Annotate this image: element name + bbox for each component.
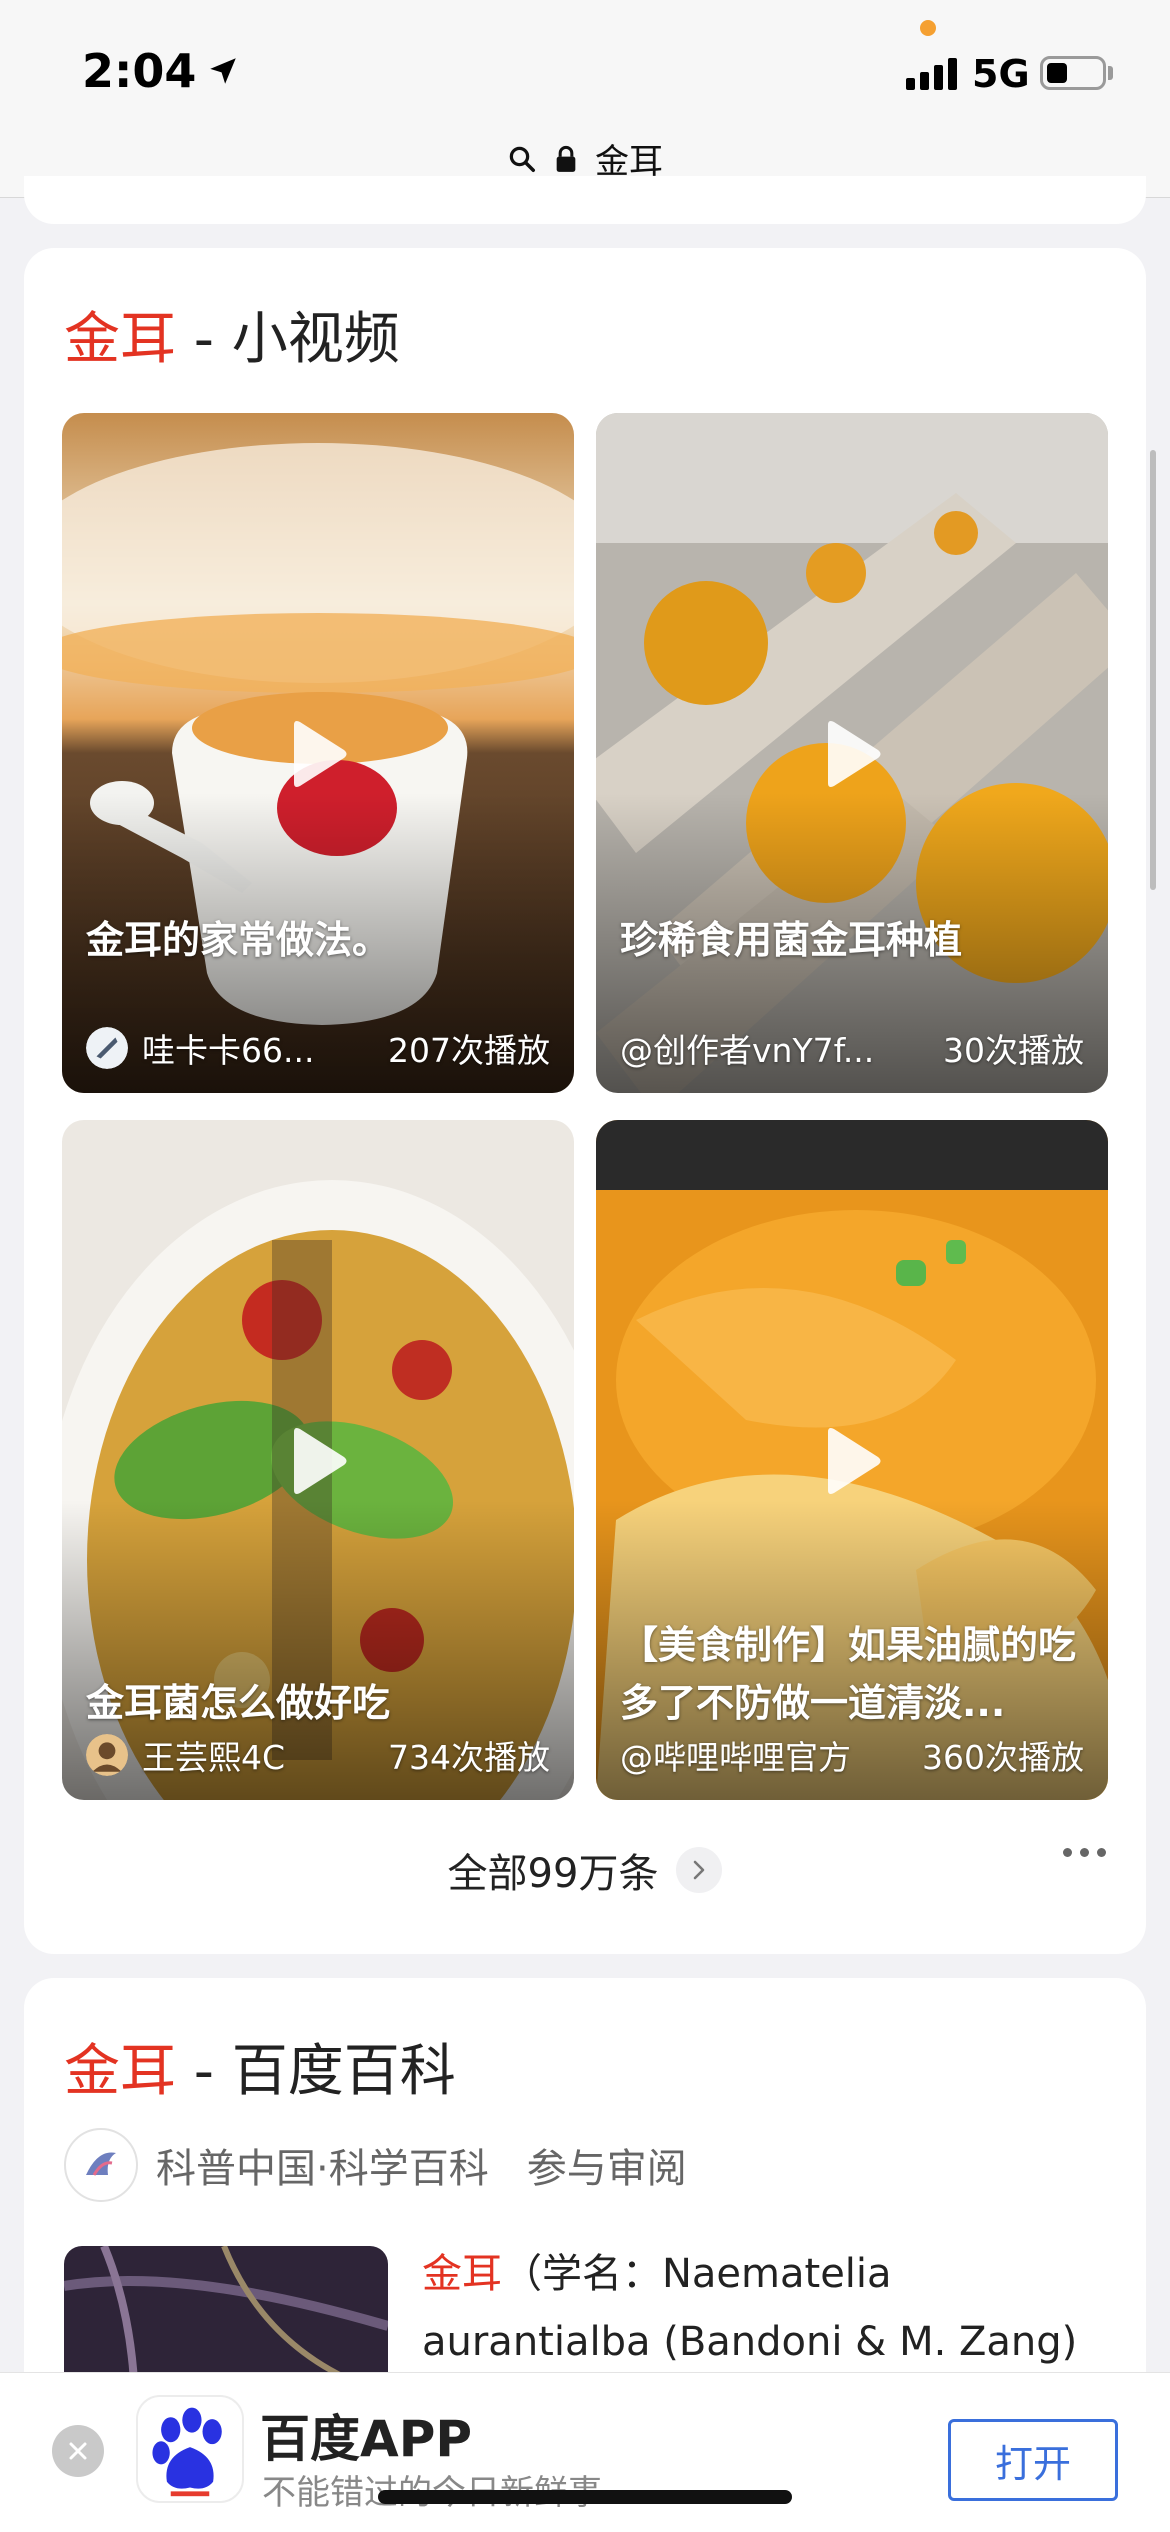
section-title[interactable]: 金耳 - 小视频	[64, 294, 400, 375]
previous-card-bottom	[24, 176, 1146, 224]
chevron-right-icon	[676, 1847, 723, 1893]
video-tile[interactable]: 金耳菌怎么做好吃 王芸熙4C 734次播放	[62, 1120, 574, 1800]
play-count: 360次播放	[922, 1738, 1084, 1777]
privacy-indicator-icon	[920, 20, 936, 36]
video-meta: 哇卡卡66... 207次播放	[86, 1025, 550, 1071]
play-count: 30次播放	[943, 1031, 1084, 1070]
video-title: 珍稀食用菌金耳种植	[620, 918, 963, 962]
app-name: 百度APP	[260, 2410, 472, 2468]
see-all-label: 全部99万条	[447, 1851, 659, 1897]
author-avatar	[86, 1734, 128, 1776]
video-tile[interactable]: 【美食制作】如果油腻的吃多了不防做一道清淡... @哔哩哔哩官方 360次播放	[596, 1120, 1108, 1800]
home-indicator[interactable]	[378, 2490, 792, 2504]
video-author: @创作者vnY7f...	[620, 1024, 927, 1072]
author-avatar	[86, 1027, 128, 1069]
battery-icon	[1040, 56, 1106, 90]
open-app-button[interactable]: 打开	[948, 2419, 1118, 2501]
video-title: 金耳菌怎么做好吃	[86, 1681, 391, 1725]
video-author: 王芸熙4C	[86, 1731, 372, 1779]
video-meta: @哔哩哔哩官方 360次播放	[620, 1732, 1084, 1778]
play-icon	[828, 721, 881, 787]
review-link[interactable]: 参与审阅	[527, 2136, 687, 2194]
status-time: 2:04	[82, 44, 240, 98]
lock-icon	[556, 145, 576, 172]
more-options-icon[interactable]	[1063, 1848, 1106, 1857]
play-count: 734次播放	[388, 1738, 550, 1777]
kepu-logo-icon	[64, 2128, 138, 2202]
scrollbar[interactable]	[1150, 450, 1156, 890]
source-name[interactable]: 科普中国·科学百科	[156, 2136, 489, 2194]
video-title: 【美食制作】如果油腻的吃多了不防做一道清淡...	[620, 1623, 1077, 1725]
author-name: @创作者vnY7f...	[620, 1031, 875, 1070]
baidu-paw-icon[interactable]	[136, 2395, 244, 2503]
location-arrow-icon	[210, 58, 237, 84]
title-keyword: 金耳	[64, 307, 176, 372]
video-title: 金耳的家常做法。	[86, 918, 391, 962]
play-icon	[294, 1428, 347, 1494]
network-type: 5G	[972, 52, 1030, 96]
battery-cap	[1108, 66, 1113, 80]
author-name: 哇卡卡66...	[142, 1031, 315, 1070]
video-section-card: 金耳 - 小视频 金耳的家常做法。 哇卡卡66... 207次播放 珍稀食用菌金…	[24, 248, 1146, 1954]
title-rest: - 百度百科	[176, 2039, 456, 2104]
clock-text: 2:04	[82, 44, 197, 98]
video-author: @哔哩哔哩官方	[620, 1731, 906, 1779]
video-tile[interactable]: 珍稀食用菌金耳种植 @创作者vnY7f... 30次播放	[596, 413, 1108, 1093]
play-count: 207次播放	[388, 1031, 550, 1070]
title-rest: - 小视频	[176, 307, 400, 372]
snippet-keyword: 金耳	[422, 2251, 502, 2297]
app-download-banner: 百度APP 不能错过的今日新鲜事 打开	[0, 2372, 1170, 2532]
video-tile[interactable]: 金耳的家常做法。 哇卡卡66... 207次播放	[62, 413, 574, 1093]
close-icon	[69, 2442, 87, 2460]
video-meta: @创作者vnY7f... 30次播放	[620, 1025, 1084, 1071]
play-icon	[828, 1428, 881, 1494]
section-title[interactable]: 金耳 - 百度百科	[64, 2026, 456, 2107]
search-icon	[509, 146, 535, 172]
video-author: 哇卡卡66...	[86, 1024, 372, 1072]
cellular-signal-icon	[906, 58, 957, 90]
source-row: 科普中国·科学百科 参与审阅	[64, 2128, 687, 2202]
status-bar: 2:04 5G	[0, 0, 1170, 130]
see-all-videos-link[interactable]: 全部99万条	[24, 1840, 1146, 1900]
author-name: 王芸熙4C	[142, 1738, 286, 1777]
play-icon	[294, 721, 347, 787]
close-banner-button[interactable]	[52, 2425, 104, 2477]
video-meta: 王芸熙4C 734次播放	[86, 1732, 550, 1778]
author-name: @哔哩哔哩官方	[620, 1738, 851, 1777]
title-keyword: 金耳	[64, 2039, 176, 2104]
